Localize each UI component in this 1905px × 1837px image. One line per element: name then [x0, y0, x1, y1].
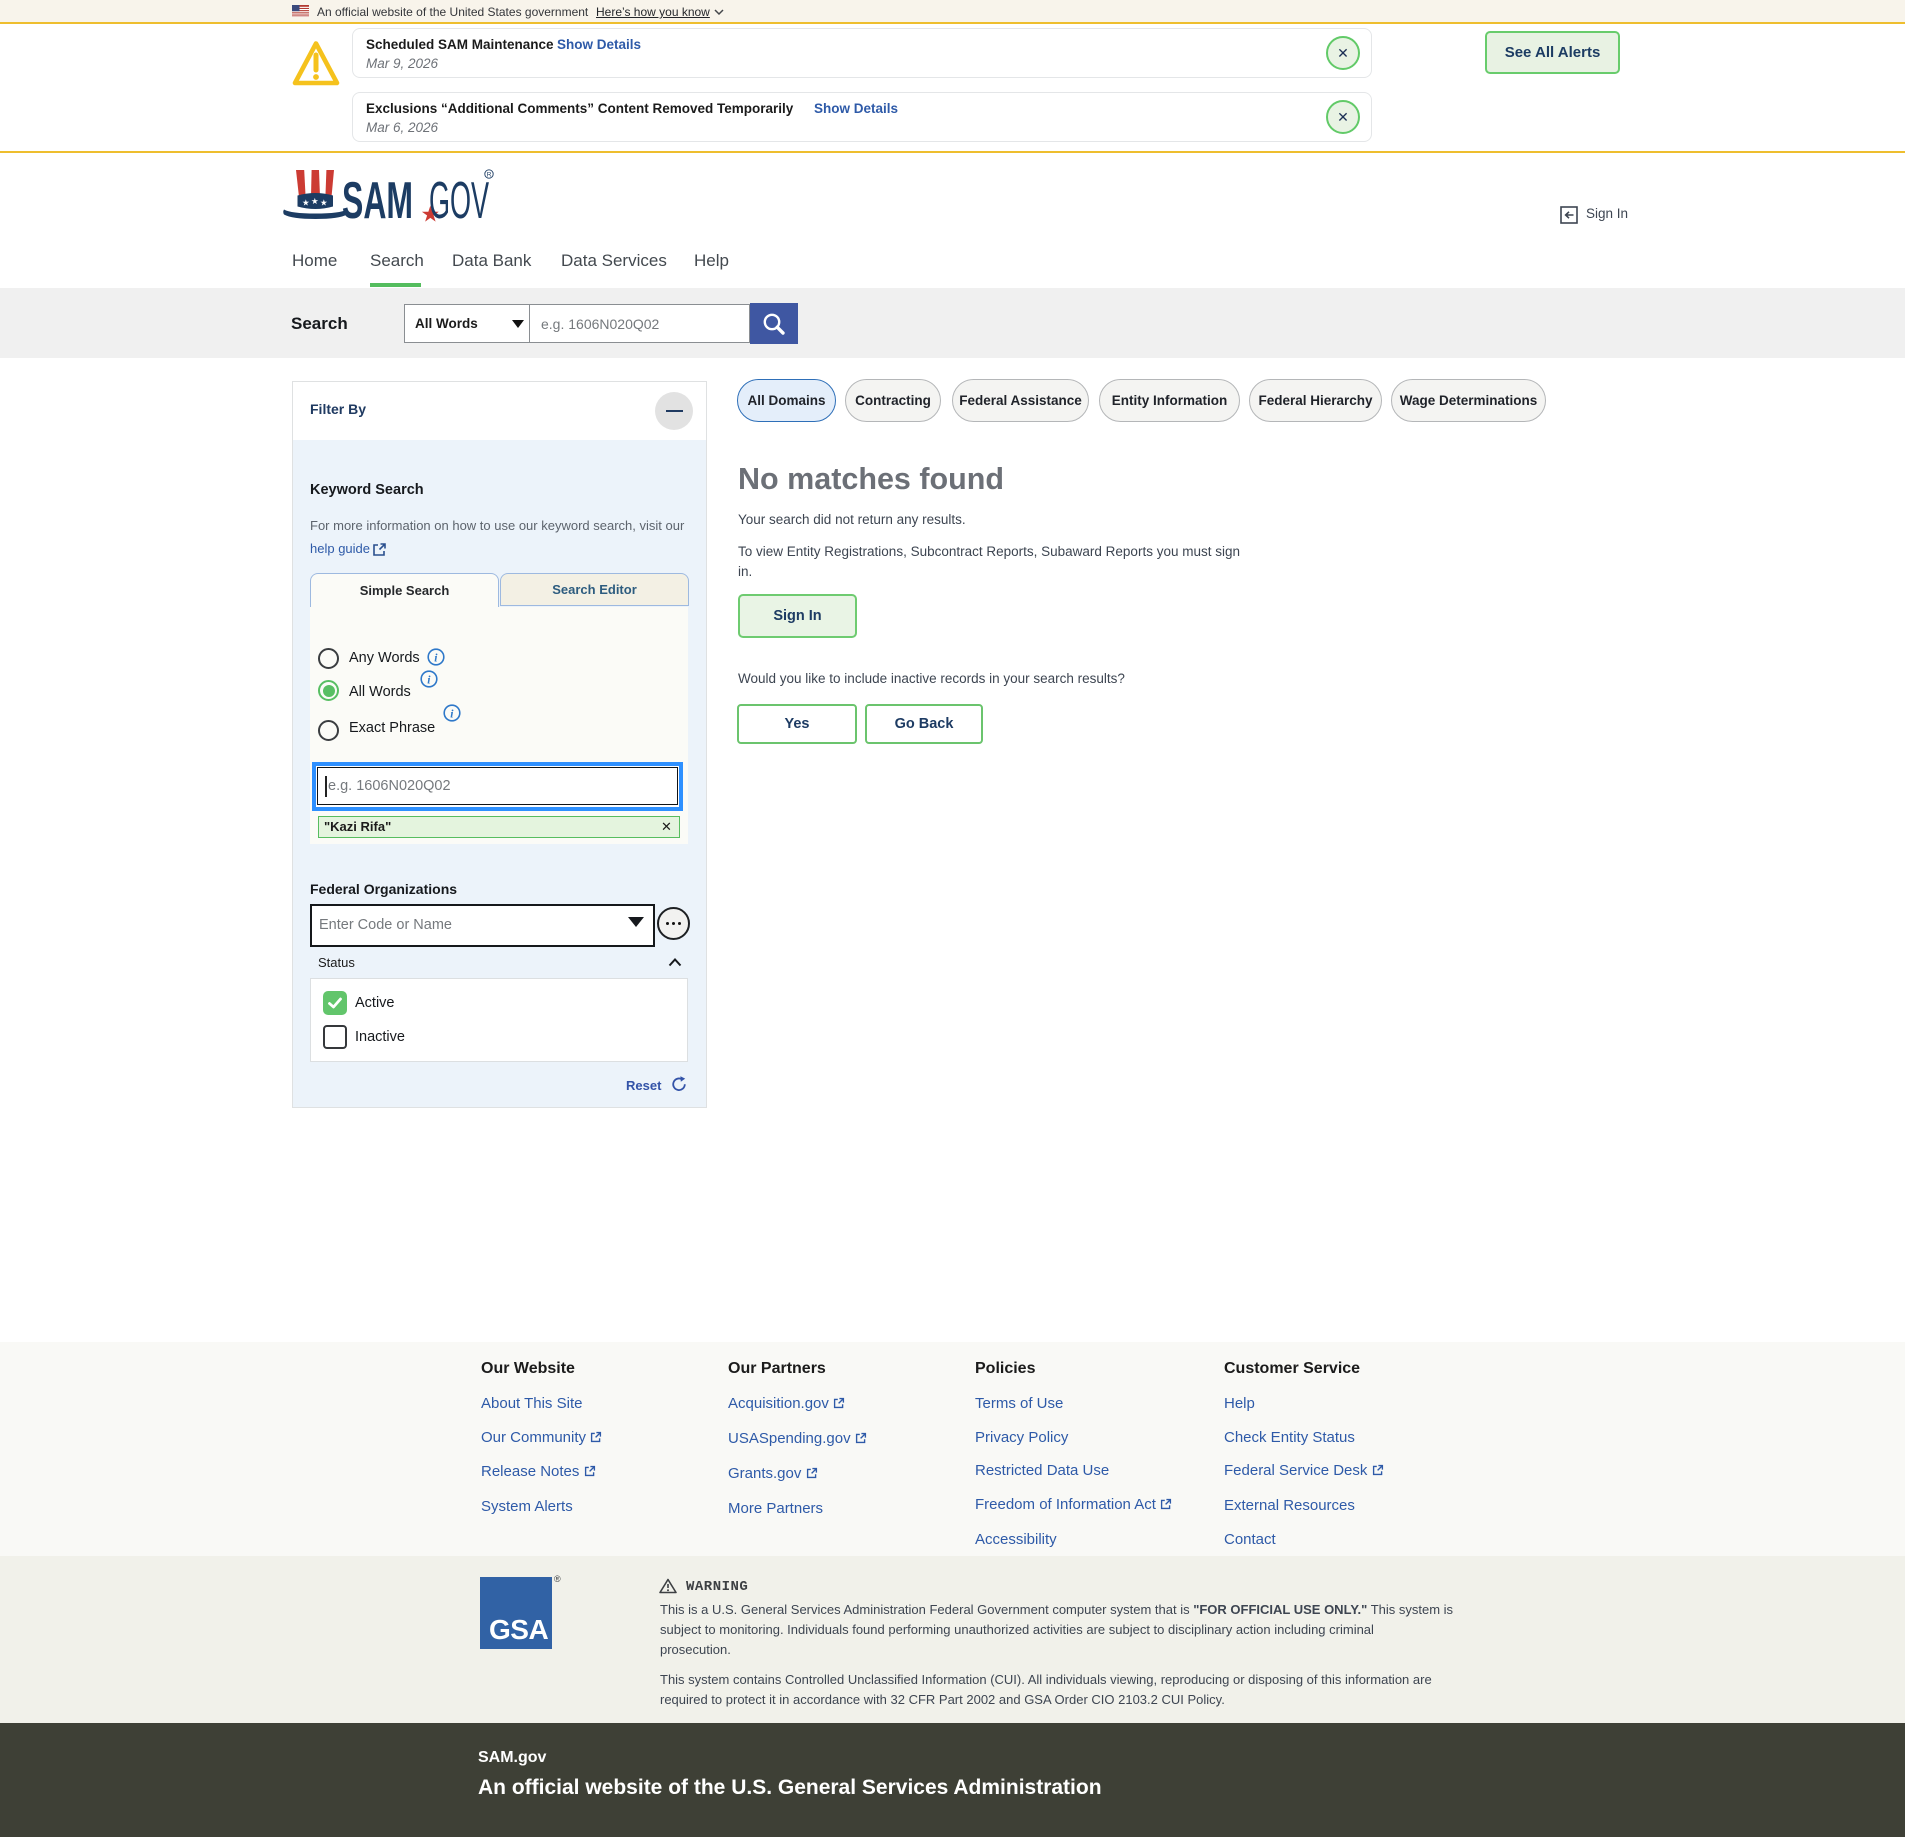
svg-text:GOV: GOV	[429, 170, 489, 224]
svg-text:i: i	[450, 708, 454, 720]
svg-text:SAM: SAM	[342, 172, 413, 224]
svg-text:i: i	[427, 674, 431, 686]
svg-text:★: ★	[302, 197, 310, 207]
svg-text:★: ★	[320, 197, 328, 207]
svg-text:★: ★	[311, 196, 319, 206]
svg-text:i: i	[434, 652, 438, 664]
svg-text:R: R	[487, 172, 492, 179]
